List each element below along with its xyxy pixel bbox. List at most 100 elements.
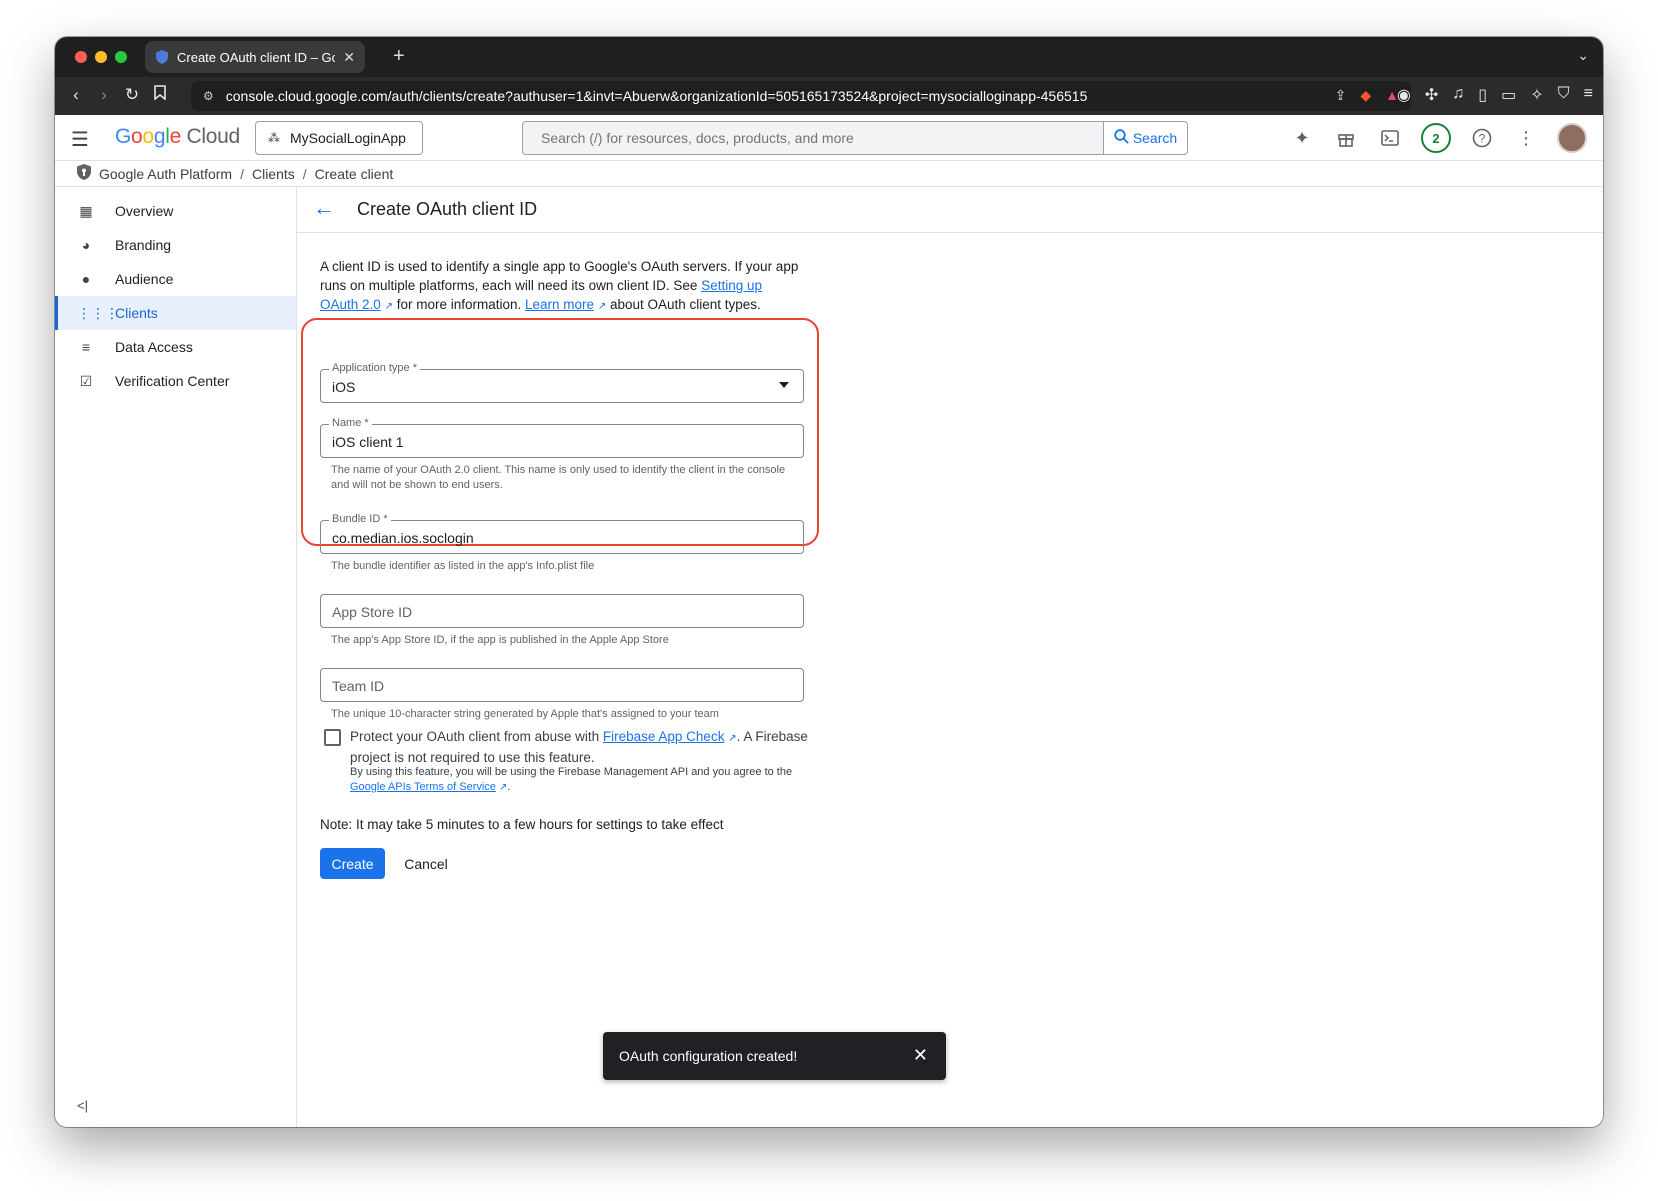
app-check-checkbox[interactable] — [324, 729, 341, 746]
team-id-field[interactable]: Team ID — [320, 668, 804, 702]
forward-icon[interactable]: › — [93, 85, 115, 105]
sidebar-icon[interactable]: ▯ — [1478, 85, 1487, 105]
main-content: ← Create OAuth client ID A client ID is … — [297, 187, 1603, 1127]
gemini-sparkle-icon[interactable]: ✦ — [1289, 121, 1315, 155]
more-vert-icon[interactable]: ⋮ — [1513, 121, 1539, 155]
puzzle-icon[interactable]: ✣ — [1425, 85, 1438, 105]
page-header: ← Create OAuth client ID — [297, 187, 1603, 233]
bundle-helper-text: The bundle identifier as listed in the a… — [331, 560, 595, 572]
gcp-header: ☰ Google Cloud ⁂ MySocialLoginApp Search… — [55, 115, 1603, 161]
sidebar-item-label: Clients — [115, 305, 158, 321]
breadcrumb-item[interactable]: Clients — [252, 166, 295, 182]
search-button-label: Search — [1132, 130, 1178, 146]
address-toolbar: ‹ › ↻ ⚙ console.cloud.google.com/auth/cl… — [55, 77, 1603, 115]
site-settings-icon[interactable]: ⚙ — [203, 89, 214, 103]
app-check-subtext-2: . — [507, 781, 511, 793]
reload-icon[interactable]: ↻ — [121, 85, 143, 105]
settings-note: Note: It may take 5 minutes to a few hou… — [320, 817, 724, 832]
shield-icon — [155, 50, 169, 64]
hamburger-menu-icon[interactable]: ☰ — [71, 127, 89, 152]
vpn-icon[interactable]: ⛉ — [1558, 85, 1570, 105]
sidebar-item-verification-center[interactable]: ☑ Verification Center — [55, 364, 296, 398]
sidebar: ▦ Overview ◕ Branding ● Audience ⋮⋮⋮ Cli… — [55, 187, 297, 1127]
sidebar-item-label: Overview — [115, 203, 174, 219]
extensions-area: ◉ ✣ ♫ ▯ ▭ ✧ ⛉ ≡ — [1397, 85, 1593, 105]
maximize-window-button[interactable] — [115, 51, 127, 63]
wallet-icon[interactable]: ▭ — [1501, 85, 1516, 105]
back-icon[interactable]: ‹ — [65, 85, 87, 105]
sidebar-item-label: Audience — [115, 271, 174, 287]
learn-more-link[interactable]: Learn more — [525, 297, 594, 312]
breadcrumb-item: Create client — [314, 165, 394, 182]
logo-cloud-text: Cloud — [186, 125, 241, 148]
external-link-icon: ↗ — [384, 301, 393, 312]
bookmark-icon[interactable] — [149, 85, 171, 105]
app-store-helper-text: The app's App Store ID, if the app is pu… — [331, 634, 669, 646]
header-actions: ✦ 2 ? ⋮ — [1289, 121, 1587, 155]
create-button[interactable]: Create — [320, 848, 385, 879]
project-name: MySocialLoginApp — [290, 130, 406, 146]
snackbar-toast: OAuth configuration created! ✕ — [603, 1032, 946, 1080]
application-type-select[interactable]: Application type * iOS — [320, 362, 804, 403]
sidebar-item-data-access[interactable]: ≡ Data Access — [55, 330, 296, 364]
search-button[interactable]: Search — [1103, 122, 1187, 154]
help-icon[interactable]: ? — [1469, 121, 1495, 155]
notifications-badge[interactable]: 2 — [1421, 123, 1451, 153]
close-tab-icon[interactable]: ✕ — [343, 49, 355, 66]
brave-shield-icon[interactable]: ◆ — [1360, 87, 1371, 104]
chevron-down-icon[interactable]: ⌄ — [1577, 47, 1589, 64]
person-icon: ● — [81, 271, 91, 287]
field-placeholder: Team ID — [332, 678, 385, 694]
cloud-shell-icon[interactable] — [1377, 121, 1403, 155]
browser-tab[interactable]: Create OAuth client ID – Goo ✕ — [145, 41, 365, 73]
music-icon[interactable]: ♫ — [1452, 85, 1464, 105]
search-bar: Search — [522, 121, 1188, 155]
app-store-id-field[interactable]: App Store ID — [320, 594, 804, 628]
intro-text: A client ID is used to identify a single… — [320, 257, 800, 316]
breadcrumb-separator: / — [302, 165, 307, 182]
leo-icon[interactable]: ✧ — [1530, 85, 1543, 105]
field-label: Name * — [329, 417, 372, 429]
minimize-window-button[interactable] — [95, 51, 107, 63]
sidebar-item-overview[interactable]: ▦ Overview — [55, 194, 296, 228]
external-link-icon: ↗ — [728, 733, 737, 744]
breadcrumb-separator: / — [240, 165, 244, 182]
collapse-sidebar-icon[interactable]: <| — [77, 1098, 88, 1113]
close-icon[interactable]: ✕ — [913, 1045, 928, 1066]
breadcrumb-item[interactable]: Google Auth Platform — [99, 166, 232, 182]
app-check-text: Protect your OAuth client from abuse wit… — [350, 727, 810, 767]
new-tab-icon[interactable]: + — [393, 45, 405, 68]
dropdown-arrow-icon — [779, 382, 789, 388]
menu-icon[interactable]: ≡ — [1584, 85, 1593, 105]
close-window-button[interactable] — [75, 51, 87, 63]
intro-text-3: about OAuth client types. — [606, 297, 761, 312]
share-icon[interactable]: ⇪ — [1335, 87, 1347, 104]
project-picker-button[interactable]: ⁂ MySocialLoginApp — [255, 121, 423, 155]
bundle-id-field[interactable]: Bundle ID * co.median.ios.soclogin — [320, 513, 804, 554]
extension-icon[interactable]: ◉ — [1397, 85, 1411, 105]
field-value: co.median.ios.soclogin — [332, 530, 474, 546]
firebase-app-check-link[interactable]: Firebase App Check — [603, 729, 725, 744]
grid-icon: ⋮⋮⋮ — [77, 304, 119, 321]
back-arrow-icon[interactable]: ← — [313, 195, 335, 221]
field-placeholder: App Store ID — [332, 604, 413, 620]
google-cloud-logo[interactable]: Google Cloud — [115, 125, 240, 149]
toast-message: OAuth configuration created! — [619, 1048, 798, 1064]
intro-text-2: for more information. — [392, 297, 525, 312]
dashboard-icon: ▦ — [79, 202, 93, 219]
cancel-button[interactable]: Cancel — [395, 848, 457, 879]
url-text: console.cloud.google.com/auth/clients/cr… — [225, 88, 1088, 104]
google-apis-tos-link[interactable]: Google APIs Terms of Service — [350, 781, 496, 793]
field-label: Bundle ID * — [329, 513, 391, 525]
avatar[interactable] — [1557, 123, 1587, 153]
name-field[interactable]: Name * iOS client 1 — [320, 417, 804, 458]
sidebar-item-branding[interactable]: ◕ Branding — [55, 228, 296, 262]
sidebar-item-clients[interactable]: ⋮⋮⋮ Clients — [55, 296, 296, 330]
sidebar-item-audience[interactable]: ● Audience — [55, 262, 296, 296]
gift-icon[interactable] — [1333, 121, 1359, 155]
search-input[interactable] — [523, 122, 1103, 154]
page-title: Create OAuth client ID — [357, 199, 538, 219]
svg-text:?: ? — [1479, 132, 1486, 146]
browser-window: Create OAuth client ID – Goo ✕ + ⌄ ‹ › ↻… — [55, 37, 1603, 1127]
url-bar[interactable]: ⚙ console.cloud.google.com/auth/clients/… — [191, 81, 1411, 111]
